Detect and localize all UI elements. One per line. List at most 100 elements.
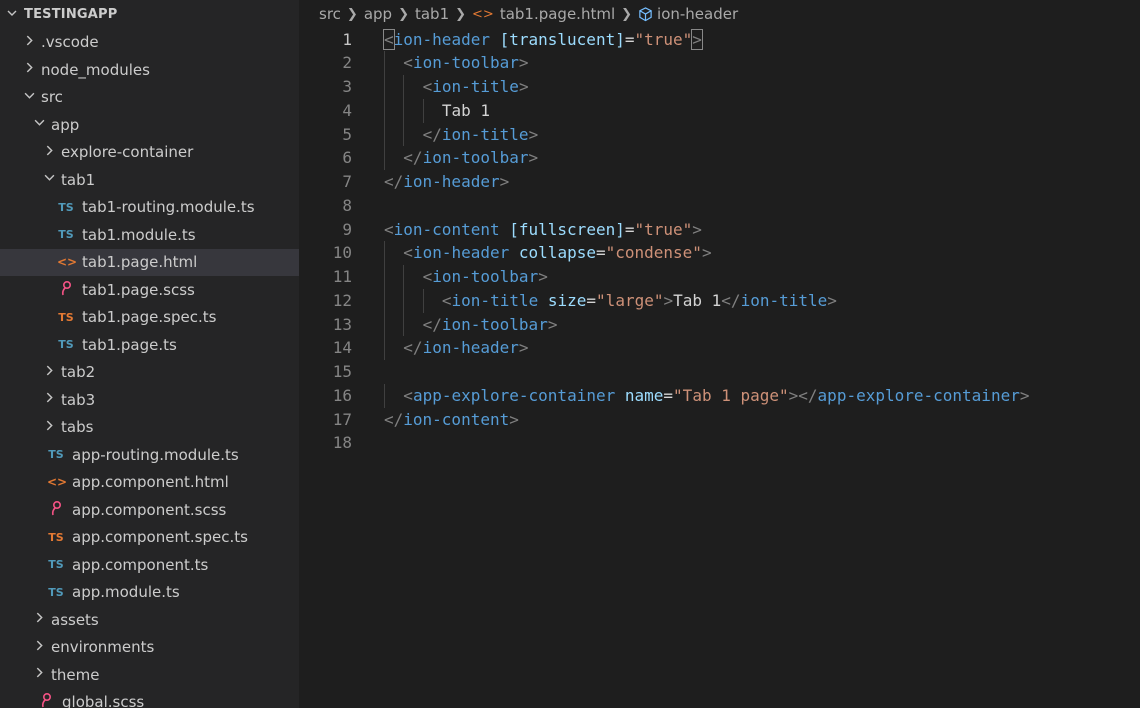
explorer-header[interactable]: TESTINGAPP [0,0,299,28]
code-line[interactable]: 14 </ion-header> [299,336,1140,361]
tree-item-label: app.component.ts [72,555,209,574]
sass-file-icon [37,692,55,708]
line-number: 16 [332,385,352,405]
tree-item-label: app.component.html [72,473,229,491]
code-text: <ion-title> [422,77,529,97]
file-item[interactable]: app.component.scss [0,496,299,523]
folder-item[interactable]: node_modules [0,56,299,83]
code-text: <ion-toolbar> [403,53,529,73]
folder-item[interactable]: explore-container [0,139,299,166]
breadcrumb-item-tab1[interactable]: tab1 [415,5,449,23]
indent-guide [384,75,385,99]
indent-guide [422,288,424,313]
indent-guide [403,288,405,313]
tree-item-label: tab3 [61,390,96,409]
code-line[interactable]: 4 Tab 1 [299,98,1140,123]
file-item[interactable]: TS app.component.ts [0,551,299,578]
file-item[interactable]: TS app.module.ts [0,579,299,606]
file-item[interactable]: TS tab1.page.ts [0,331,299,358]
folder-item[interactable]: environments [0,634,299,661]
chevron-right-icon [41,420,57,435]
code-line[interactable]: 16 <app-explore-container name="Tab 1 pag… [299,383,1140,408]
code-line[interactable]: 2 <ion-toolbar> [299,51,1140,76]
symbol-cube-icon [638,6,653,22]
line-number: 6 [342,148,352,168]
typescript-spec-file-icon: TS [58,310,74,324]
tree-item-label: tab1.page.ts [82,335,177,354]
sass-file-icon [57,280,75,300]
tree-item-label: app.component.spec.ts [72,528,248,546]
indent-guide [384,241,385,266]
line-number: 11 [332,267,352,287]
tree-item-label: tab1.page.html [82,253,198,271]
indent-guide [403,312,405,337]
file-item[interactable]: TS tab1.page.spec.ts [0,304,299,331]
folder-item[interactable]: tab3 [0,386,299,413]
breadcrumb-item-file[interactable]: tab1.page.html [500,5,615,23]
folder-item[interactable]: src [0,84,299,111]
chevron-right-icon: ❯ [621,6,633,22]
breadcrumb-item-symbol[interactable]: ion-header [657,5,738,23]
indent-guide [384,383,385,408]
code-line[interactable]: 15 [299,360,1140,384]
file-item[interactable]: TS app-routing.module.ts [0,441,299,468]
code-text: </ion-header> [384,172,510,192]
tree-item-label: global.scss [62,693,145,708]
file-item[interactable]: tab1.page.scss [0,276,299,303]
tree-item-label: tab2 [61,363,96,381]
code-line[interactable]: 9 <ion-content [fullscreen]="true"> [299,218,1140,242]
code-line[interactable]: 13 </ion-toolbar> [299,312,1140,337]
chevron-right-icon [21,62,37,77]
tree-item-label: tab1.module.ts [82,225,196,244]
file-item[interactable]: global.scss [0,689,299,708]
tree-item-label: tab1.page.spec.ts [82,308,217,326]
breadcrumb-item-src[interactable]: src [319,5,341,23]
line-number: 9 [342,219,352,239]
file-item[interactable]: <> tab1.page.html [0,248,299,276]
code-line[interactable]: 1 <ion-header [translucent]="true"> [299,28,1140,52]
breadcrumb-item-app[interactable]: app [364,5,392,23]
folder-item[interactable]: assets [0,606,299,633]
tree-item-label: theme [51,665,100,684]
code-line[interactable]: 7 </ion-header> [299,170,1140,194]
code-text: <ion-header [translucent]="true"> [383,28,703,50]
indent-guide [384,51,385,76]
explorer-sidebar: TESTINGAPP .vscode node_modules src app expl… [0,0,299,708]
line-number: 15 [332,362,352,382]
file-item[interactable]: TS app.component.spec.ts [0,524,299,551]
folder-item[interactable]: tabs [0,414,299,441]
folder-item[interactable]: tab2 [0,359,299,386]
code-line[interactable]: 10 <ion-header collapse="condense"> [299,241,1140,266]
folder-item[interactable]: tab1 [0,166,299,193]
chevron-right-icon [41,365,57,380]
line-number: 17 [332,409,352,429]
indent-guide [384,336,385,361]
file-item[interactable]: TS tab1-routing.module.ts [0,194,299,221]
file-item[interactable]: <> app.component.html [0,469,299,496]
line-number: 8 [342,195,352,215]
tree-item-label: environments [51,638,155,656]
code-line[interactable]: 5 </ion-title> [299,122,1140,147]
folder-item[interactable]: theme [0,661,299,688]
file-item[interactable]: TS tab1.module.ts [0,221,299,248]
code-line[interactable]: 6 </ion-toolbar> [299,146,1140,171]
chevron-right-icon: ❯ [346,6,358,22]
folder-item[interactable]: app [0,111,299,138]
chevron-down-icon [21,90,37,105]
folder-item[interactable]: .vscode [0,29,299,56]
code-line[interactable]: 12 <ion-title size="large">Tab 1</ion-tit… [299,288,1140,313]
editor-pane: src ❯ app ❯ tab1 ❯ <> tab1.page.html ❯ i… [299,0,1140,708]
code-line[interactable]: 18 [299,431,1140,455]
line-number: 12 [332,290,352,310]
code-line[interactable]: 17 </ion-content> [299,408,1140,432]
typescript-file-icon: TS [58,338,74,351]
code-text: </ion-header> [403,338,529,358]
indent-guide [403,265,405,289]
code-line[interactable]: 3 <ion-title> [299,75,1140,99]
chevron-right-icon [21,35,37,50]
code-line[interactable]: 11 <ion-toolbar> [299,265,1140,289]
chevron-right-icon [31,667,47,682]
tree-item-label: tab1-routing.module.ts [82,198,255,216]
html-file-icon: <> [472,6,494,22]
code-line[interactable]: 8 [299,194,1140,218]
